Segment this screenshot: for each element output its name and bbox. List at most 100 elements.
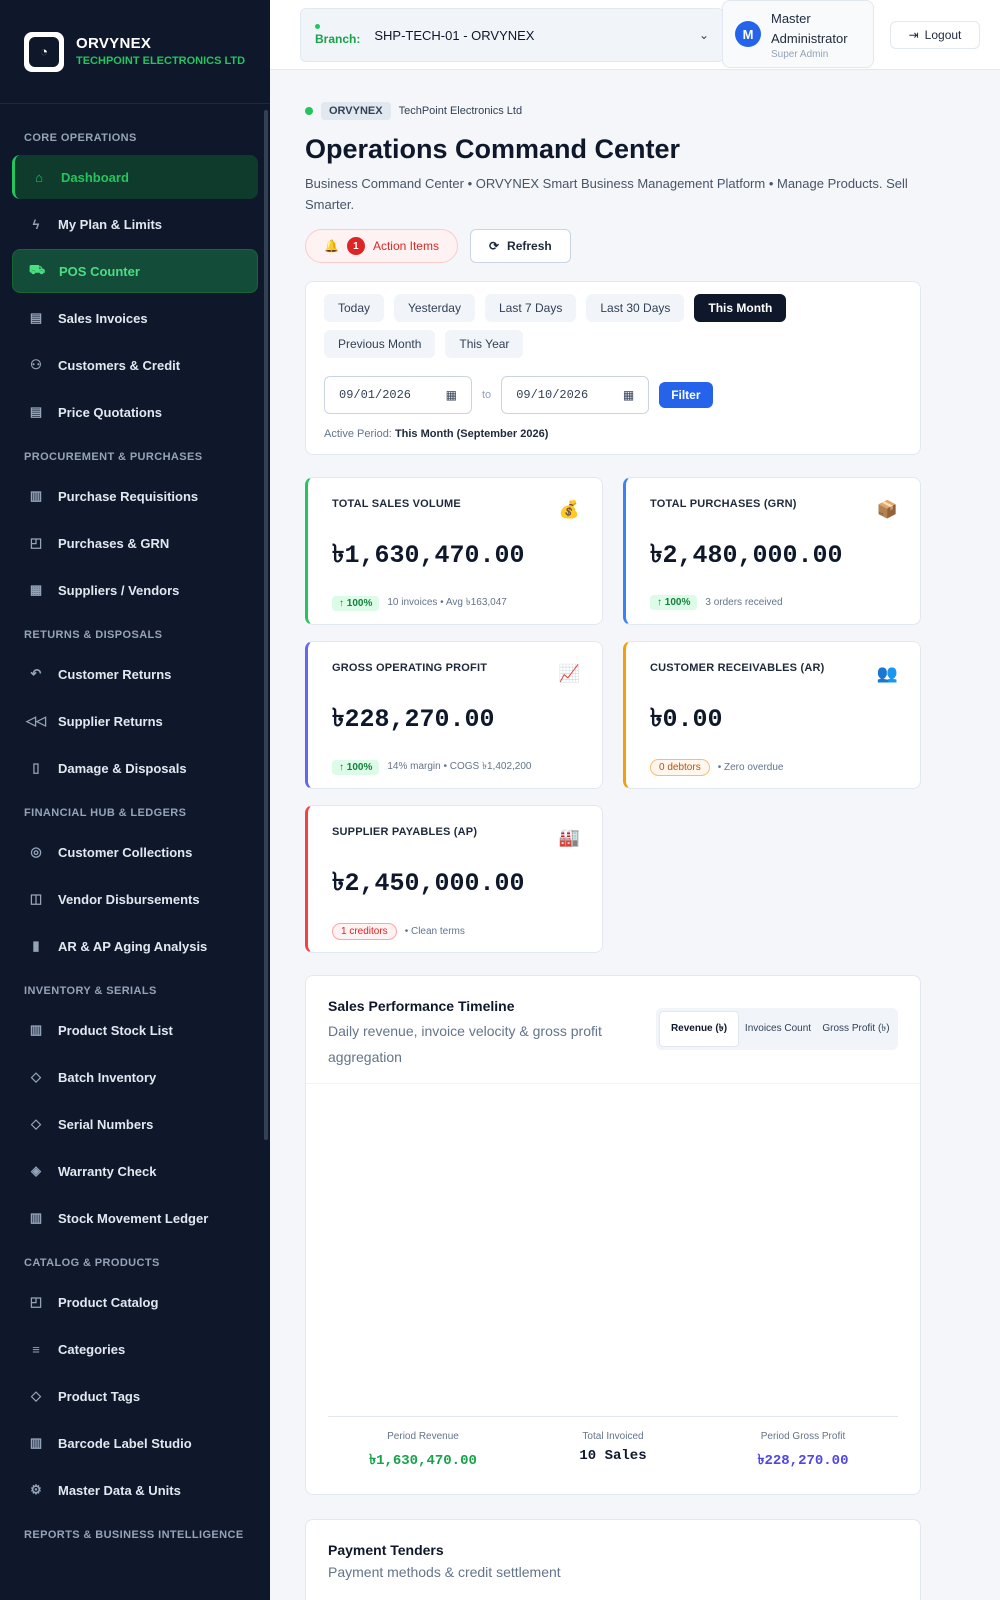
- active-period: Active Period: This Month (September 202…: [324, 428, 902, 440]
- period-chip-yesterday[interactable]: Yesterday: [394, 294, 475, 322]
- calendar-icon: ▦: [445, 388, 457, 403]
- period-chip-this-year[interactable]: This Year: [445, 330, 524, 358]
- cart-icon: ⛟: [28, 262, 46, 277]
- sidebar-item-pos-counter[interactable]: ⛟ POS Counter: [12, 249, 258, 293]
- period-chip-last-30-days[interactable]: Last 30 Days: [586, 294, 685, 322]
- user-menu[interactable]: M Master Administrator Super Admin: [722, 0, 874, 68]
- sidebar-item-dashboard[interactable]: ⌂ Dashboard: [12, 155, 258, 199]
- sidebar-item-damage-disposals[interactable]: ▯ Damage & Disposals: [12, 746, 258, 790]
- refresh-button[interactable]: ⟳ Refresh: [469, 229, 571, 263]
- chart-metric-toggle: Revenue (৳) Invoices Count Gross Profit (৳…: [656, 1008, 898, 1050]
- main-content: ORVYNEX TechPoint Electronics Ltd Operat…: [305, 96, 921, 1600]
- sidebar-item-product-catalog[interactable]: ◰ Product Catalog: [12, 1280, 258, 1324]
- chart-tab[interactable]: Revenue (৳): [659, 1011, 739, 1047]
- chart-summary-value: ৳1,630,470.00: [369, 1453, 477, 1469]
- period-chip-this-month[interactable]: This Month: [694, 294, 787, 322]
- kpi-note: 10 invoices • Avg ৳163,047: [387, 597, 507, 608]
- kpi-card[interactable]: GROSS OPERATING PROFIT 📈 ৳228,270.00 ↑ 100%…: [305, 641, 603, 789]
- sidebar-item-customers-credit[interactable]: ⚇ Customers & Credit: [12, 343, 258, 387]
- refresh-label: Refresh: [507, 239, 552, 253]
- action-items-button[interactable]: 🔔 1 Action Items: [305, 229, 458, 263]
- chart-area: [328, 1096, 898, 1396]
- active-period-value: This Month (September 2026): [394, 428, 549, 440]
- chart-summary-label: Total Invoiced: [582, 1431, 644, 1442]
- sidebar-item-label: Batch Inventory: [58, 1069, 157, 1085]
- sidebar-item-label: Purchase Requisitions: [58, 488, 199, 504]
- sidebar-item-purchase-requisitions[interactable]: ▥ Purchase Requisitions: [12, 474, 258, 518]
- chart-summary-label: Period Gross Profit: [760, 1431, 846, 1442]
- kpi-icon: 🏭: [558, 828, 580, 847]
- user-name: Master Administrator: [771, 10, 848, 46]
- logout-button[interactable]: ⇥ Logout: [890, 21, 980, 49]
- chart-tab[interactable]: Invoices Count: [739, 1011, 817, 1047]
- kpi-card[interactable]: CUSTOMER RECEIVABLES (AR) 👥 ৳0.00 0 debtors…: [623, 641, 921, 789]
- sidebar-item-stock-movement-ledger[interactable]: ▥ Stock Movement Ledger: [12, 1196, 258, 1240]
- kpi-card[interactable]: SUPPLIER PAYABLES (AP) 🏭 ৳2,450,000.00 1 cr…: [305, 805, 603, 953]
- sidebar-item-categories[interactable]: ≡ Categories: [12, 1327, 258, 1371]
- refresh-icon: ⟳: [488, 239, 500, 253]
- sidebar-item-product-tags[interactable]: ◇ Product Tags: [12, 1374, 258, 1418]
- sidebar-item-label: POS Counter: [59, 263, 140, 279]
- sidebar-item-vendor-disbursements[interactable]: ◫ Vendor Disbursements: [12, 877, 258, 921]
- sidebar-item-product-stock-list[interactable]: ▥ Product Stock List: [12, 1008, 258, 1052]
- kpi-icon: 📦: [876, 500, 898, 519]
- kpi-card[interactable]: TOTAL SALES VOLUME 💰 ৳1,630,470.00 ↑ 100% 10…: [305, 477, 603, 625]
- avatar: M: [735, 21, 761, 47]
- sidebar-item-batch-inventory[interactable]: ◇ Batch Inventory: [12, 1055, 258, 1099]
- sidebar-item-barcode-label-studio[interactable]: ▥ Barcode Label Studio: [12, 1421, 258, 1465]
- bolt-icon: ϟ: [32, 216, 40, 232]
- gear-icon: ⚙: [30, 1482, 42, 1497]
- kpi-card[interactable]: TOTAL PURCHASES (GRN) 📦 ৳2,480,000.00 ↑ 100…: [623, 477, 921, 625]
- kpi-label: SUPPLIER PAYABLES (AP): [332, 826, 478, 838]
- sidebar-item-label: Sales Invoices: [58, 310, 148, 326]
- sidebar-item-supplier-returns[interactable]: ◁◁ Supplier Returns: [12, 699, 258, 743]
- kpi-note: 3 orders received: [705, 597, 783, 608]
- payment-tenders-title: Payment Tenders: [328, 1542, 444, 1558]
- sidebar-item-master-data-units[interactable]: ⚙ Master Data & Units: [12, 1468, 258, 1512]
- logo-icon: ◔: [29, 36, 59, 67]
- sidebar-item-price-quotations[interactable]: ▤ Price Quotations: [12, 390, 258, 434]
- sidebar-item-serial-numbers[interactable]: ◇ Serial Numbers: [12, 1102, 258, 1146]
- kpi-badge: 1 creditors: [332, 923, 397, 940]
- coin-icon: ◎: [30, 844, 42, 859]
- document-icon: ▤: [29, 404, 43, 419]
- kpi-label: GROSS OPERATING PROFIT: [332, 662, 488, 674]
- kpi-icon: 📈: [558, 664, 580, 683]
- logout-icon: ⇥: [908, 28, 919, 42]
- sidebar-item-customer-returns[interactable]: ↶ Customer Returns: [12, 652, 258, 696]
- sidebar-item-customer-collections[interactable]: ◎ Customer Collections: [12, 830, 258, 874]
- period-chip-previous-month[interactable]: Previous Month: [324, 330, 436, 358]
- tenant-tag: ORVYNEX: [321, 102, 391, 120]
- sidebar: ◔ ORVYNEX TECHPOINT ELECTRONICS LTD CORE…: [0, 0, 270, 1600]
- sidebar-item-label: Customers & Credit: [58, 357, 181, 373]
- sidebar-item-suppliers-vendors[interactable]: ▦ Suppliers / Vendors: [12, 568, 258, 612]
- filter-button[interactable]: Filter: [659, 382, 713, 408]
- period-chip-today[interactable]: Today: [324, 294, 385, 322]
- sidebar-item-label: Price Quotations: [58, 404, 163, 420]
- sidebar-item-label: Damage & Disposals: [58, 760, 187, 776]
- date-to-input[interactable]: 09/10/2026 ▦: [501, 376, 650, 414]
- date-from-value: 09/01/2026: [339, 388, 412, 402]
- payment-tenders-subtitle: Payment methods & credit settlement: [328, 1564, 561, 1580]
- date-from-input[interactable]: 09/01/2026 ▦: [324, 376, 472, 414]
- sidebar-item-ar-ap-aging-analysis[interactable]: ▮ AR & AP Aging Analysis: [12, 924, 258, 968]
- brand-subtitle: TECHPOINT ELECTRONICS LTD: [76, 54, 246, 67]
- kpi-icon: 👥: [876, 664, 898, 683]
- period-chip-last-7-days[interactable]: Last 7 Days: [484, 294, 577, 322]
- clipboard-icon: ▥: [29, 1022, 43, 1037]
- brand[interactable]: ◔ ORVYNEX TECHPOINT ELECTRONICS LTD: [0, 0, 270, 104]
- sidebar-section-title: RETURNS & DISPOSALS: [24, 629, 163, 641]
- chart-tab[interactable]: Gross Profit (৳): [817, 1011, 895, 1047]
- date-to-value: 09/10/2026: [516, 388, 589, 402]
- sidebar-scrollbar[interactable]: [264, 110, 268, 1140]
- sidebar-item-sales-invoices[interactable]: ▤ Sales Invoices: [12, 296, 258, 340]
- chart-summary-label: Period Revenue: [387, 1431, 459, 1442]
- chart-summary-value: 10 Sales: [579, 1448, 647, 1464]
- brand-logo: ◔: [24, 31, 64, 72]
- action-items-count: 1: [346, 237, 365, 255]
- sidebar-item-my-plan-limits[interactable]: ϟ My Plan & Limits: [12, 202, 258, 246]
- sidebar-item-warranty-check[interactable]: ◈ Warranty Check: [12, 1149, 258, 1193]
- sidebar-item-purchases-grn[interactable]: ◰ Purchases & GRN: [12, 521, 258, 565]
- branch-select[interactable]: Branch: SHP-TECH-01 - ORVYNEX ⌄: [300, 8, 724, 62]
- kpi-note: • Zero overdue: [717, 762, 784, 773]
